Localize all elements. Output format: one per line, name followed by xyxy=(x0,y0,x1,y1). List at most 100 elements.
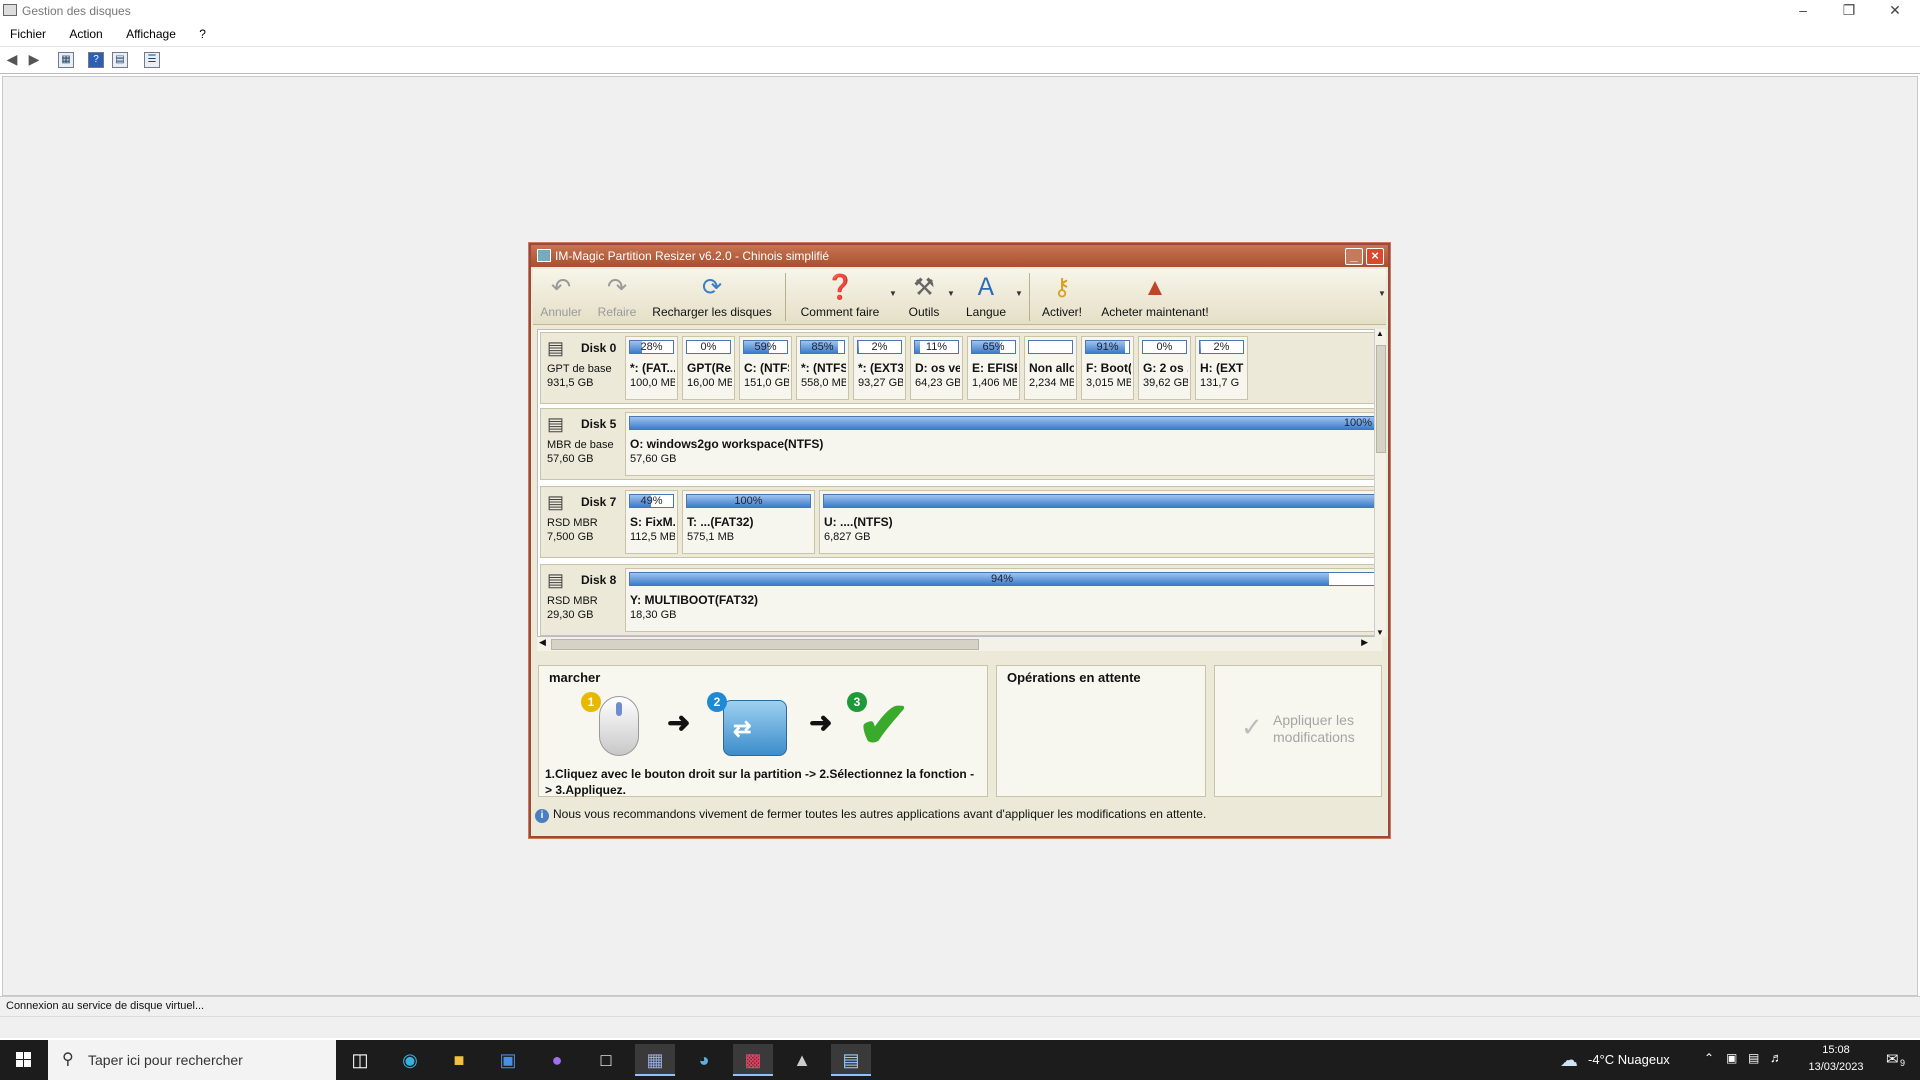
disk-tool-icon[interactable]: ▦ xyxy=(635,1044,675,1076)
usage-bar: 91% xyxy=(1085,340,1130,354)
partition[interactable]: 11% D: os ve... 64,23 GB xyxy=(910,336,963,400)
partition[interactable]: 94% Y: MULTIBOOT(FAT32) 18,30 GB xyxy=(625,568,1379,632)
chevron-up-icon[interactable]: ⌃ xyxy=(1704,1051,1714,1065)
scroll-thumb[interactable] xyxy=(551,639,979,650)
menu-affichage[interactable]: Affichage xyxy=(116,25,186,41)
partition-size: 112,5 MB xyxy=(630,531,675,543)
restore-button[interactable]: ❐ xyxy=(1826,0,1872,22)
forward-arrow-icon[interactable]: ▶ xyxy=(26,52,42,68)
edge-icon[interactable]: ◉ xyxy=(390,1044,430,1076)
language-dropdown-icon[interactable]: ▼ xyxy=(1015,289,1023,298)
tools-dropdown-icon[interactable]: ▼ xyxy=(947,289,955,298)
weather-text[interactable]: -4°C Nuageux xyxy=(1588,1052,1670,1067)
howto-button[interactable]: ❓ Comment faire xyxy=(795,271,885,323)
menu-help[interactable]: ? xyxy=(189,25,216,41)
pending-header: Opérations en attente xyxy=(1007,670,1141,685)
view-icon[interactable]: ☰ xyxy=(144,52,160,68)
reload-label: Recharger les disques xyxy=(652,305,772,319)
usage-bar: 49% xyxy=(629,494,674,508)
partition[interactable]: 65% E: EFISE... 1,406 MB xyxy=(967,336,1020,400)
basket-icon: ▲ xyxy=(1143,274,1167,301)
disk-management-icon xyxy=(3,4,17,16)
close-button[interactable]: ✕ xyxy=(1872,0,1918,22)
language-button[interactable]: Ａ Langue xyxy=(961,271,1011,323)
arrow-right-icon: ➜ xyxy=(667,707,691,738)
howto-dropdown-icon[interactable]: ▼ xyxy=(889,289,897,298)
notepad-icon[interactable]: □ xyxy=(586,1044,626,1076)
menu-action[interactable]: Action xyxy=(59,25,112,41)
back-arrow-icon[interactable]: ◀ xyxy=(4,52,20,68)
dialog-minimize-button[interactable]: _ xyxy=(1345,248,1363,265)
undo-button[interactable]: ↶ Annuler xyxy=(539,271,583,323)
partition[interactable]: 59% C: (NTFS) 151,0 GB xyxy=(739,336,792,400)
buy-now-button[interactable]: ▲ Acheter maintenant! xyxy=(1095,271,1215,323)
partition[interactable]: U: ....(NTFS) 6,827 GB xyxy=(819,490,1379,554)
file-explorer-icon[interactable]: ■ xyxy=(439,1044,479,1076)
firefox-icon[interactable]: ● xyxy=(537,1044,577,1076)
partition[interactable]: 2% *: (EXT3) 93,27 GB xyxy=(853,336,906,400)
partition[interactable]: 0% G: 2 os ... 39,62 GB xyxy=(1138,336,1191,400)
store-icon[interactable]: ▣ xyxy=(488,1044,528,1076)
disk-type: MBR de base xyxy=(547,439,614,451)
scroll-down-icon[interactable]: ▼ xyxy=(1376,628,1384,637)
partition[interactable]: 2% H: (EXT 131,7 G xyxy=(1195,336,1248,400)
volume-icon[interactable]: ♬ xyxy=(1770,1050,1783,1065)
dialog-toolbar: ↶ Annuler ↷ Refaire ⟳ Recharger les disq… xyxy=(533,269,1386,325)
network-icon[interactable]: ▤ xyxy=(1748,1051,1759,1065)
disk-row[interactable]: ▤ Disk 7 RSD MBR 7,500 GB 49% S: FixM... 1… xyxy=(540,486,1379,558)
properties-icon[interactable]: ▤ xyxy=(112,52,128,68)
clock-date[interactable]: 13/03/2023 xyxy=(1800,1061,1872,1073)
partition-resizer-task-icon[interactable]: ▤ xyxy=(831,1044,871,1076)
partition[interactable]: 91% F: Boot(... 3,015 MB xyxy=(1081,336,1134,400)
app-icon[interactable]: ◕ xyxy=(684,1044,724,1076)
installer-icon[interactable]: ▲ xyxy=(782,1044,822,1076)
notification-icon[interactable]: ✉ xyxy=(1886,1050,1899,1068)
console-tree-icon[interactable]: ▦ xyxy=(58,52,74,68)
apply-changes-button[interactable]: ✓ Appliquer les modifications xyxy=(1215,666,1381,796)
menu-fichier[interactable]: Fichier xyxy=(0,25,56,41)
scroll-left-icon[interactable]: ◀ xyxy=(539,637,546,648)
app-icon[interactable]: ▩ xyxy=(733,1044,773,1076)
reload-disks-button[interactable]: ⟳ Recharger les disques xyxy=(651,271,773,323)
partition[interactable]: 0% GPT(Re... 16,00 MB xyxy=(682,336,735,400)
usage-percent: 94% xyxy=(990,573,1014,585)
partition[interactable]: 49% S: FixM... 112,5 MB xyxy=(625,490,678,554)
task-view-icon[interactable]: ◫ xyxy=(340,1044,380,1076)
partition-label: *: (FAT... xyxy=(630,361,675,375)
tools-button[interactable]: ⚒ Outils xyxy=(901,271,947,323)
disk-row[interactable]: ▤ Disk 5 MBR de base 57,60 GB 100% O: win… xyxy=(540,408,1379,480)
buy-label: Acheter maintenant! xyxy=(1101,305,1209,319)
minimize-button[interactable]: – xyxy=(1780,0,1826,22)
dialog-close-button[interactable]: × xyxy=(1366,248,1384,265)
disk-list-vertical-scrollbar[interactable]: ▲ ▼ xyxy=(1374,329,1386,637)
apply-panel: ✓ Appliquer les modifications xyxy=(1214,665,1382,797)
usage-bar: 85% xyxy=(800,340,845,354)
partition[interactable]: 28% *: (FAT... 100,0 MB xyxy=(625,336,678,400)
taskbar-search-box[interactable]: ⚲ Taper ici pour rechercher xyxy=(48,1040,336,1080)
disk-row[interactable]: ▤ Disk 0 GPT de base 931,5 GB 28% *: (FAT… xyxy=(540,332,1378,404)
disk-size: 931,5 GB xyxy=(547,377,594,389)
partition[interactable]: 100% O: windows2go workspace(NTFS) 57,60 G… xyxy=(625,412,1379,476)
menubar: Fichier Action Affichage ? xyxy=(0,25,1920,45)
clock-time[interactable]: 15:08 xyxy=(1800,1044,1872,1056)
partition[interactable]: 100% T: ...(FAT32) 575,1 MB xyxy=(682,490,815,554)
meet-now-icon[interactable]: ▣ xyxy=(1726,1051,1737,1065)
usage-bar-fill xyxy=(824,495,1374,507)
usage-bar: 2% xyxy=(857,340,902,354)
redo-button[interactable]: ↷ Refaire xyxy=(595,271,639,323)
disk-row[interactable]: ▤ Disk 8 RSD MBR 29,30 GB 94% Y: MULTIBOO… xyxy=(540,564,1379,636)
help-icon[interactable]: ? xyxy=(88,52,104,68)
start-button[interactable] xyxy=(0,1040,48,1080)
partition[interactable]: 85% *: (NTFS) 558,0 MB xyxy=(796,336,849,400)
window-titlebar: Gestion des disques – ❐ ✕ xyxy=(0,0,1920,24)
toolbar-overflow-icon[interactable]: ▼ xyxy=(1378,289,1386,298)
partition-label: D: os ve... xyxy=(915,361,960,375)
disk-list-horizontal-scrollbar[interactable]: ◀ ▶ xyxy=(537,637,1382,651)
scroll-right-icon[interactable]: ▶ xyxy=(1361,637,1368,648)
partition[interactable]: Non allo... 2,234 MB xyxy=(1024,336,1077,400)
scroll-up-icon[interactable]: ▲ xyxy=(1376,329,1384,338)
scroll-thumb[interactable] xyxy=(1376,345,1386,453)
activate-button[interactable]: ⚷ Activer! xyxy=(1037,271,1087,323)
partition-size: 151,0 GB xyxy=(744,377,789,389)
redo-icon: ↷ xyxy=(606,274,628,301)
